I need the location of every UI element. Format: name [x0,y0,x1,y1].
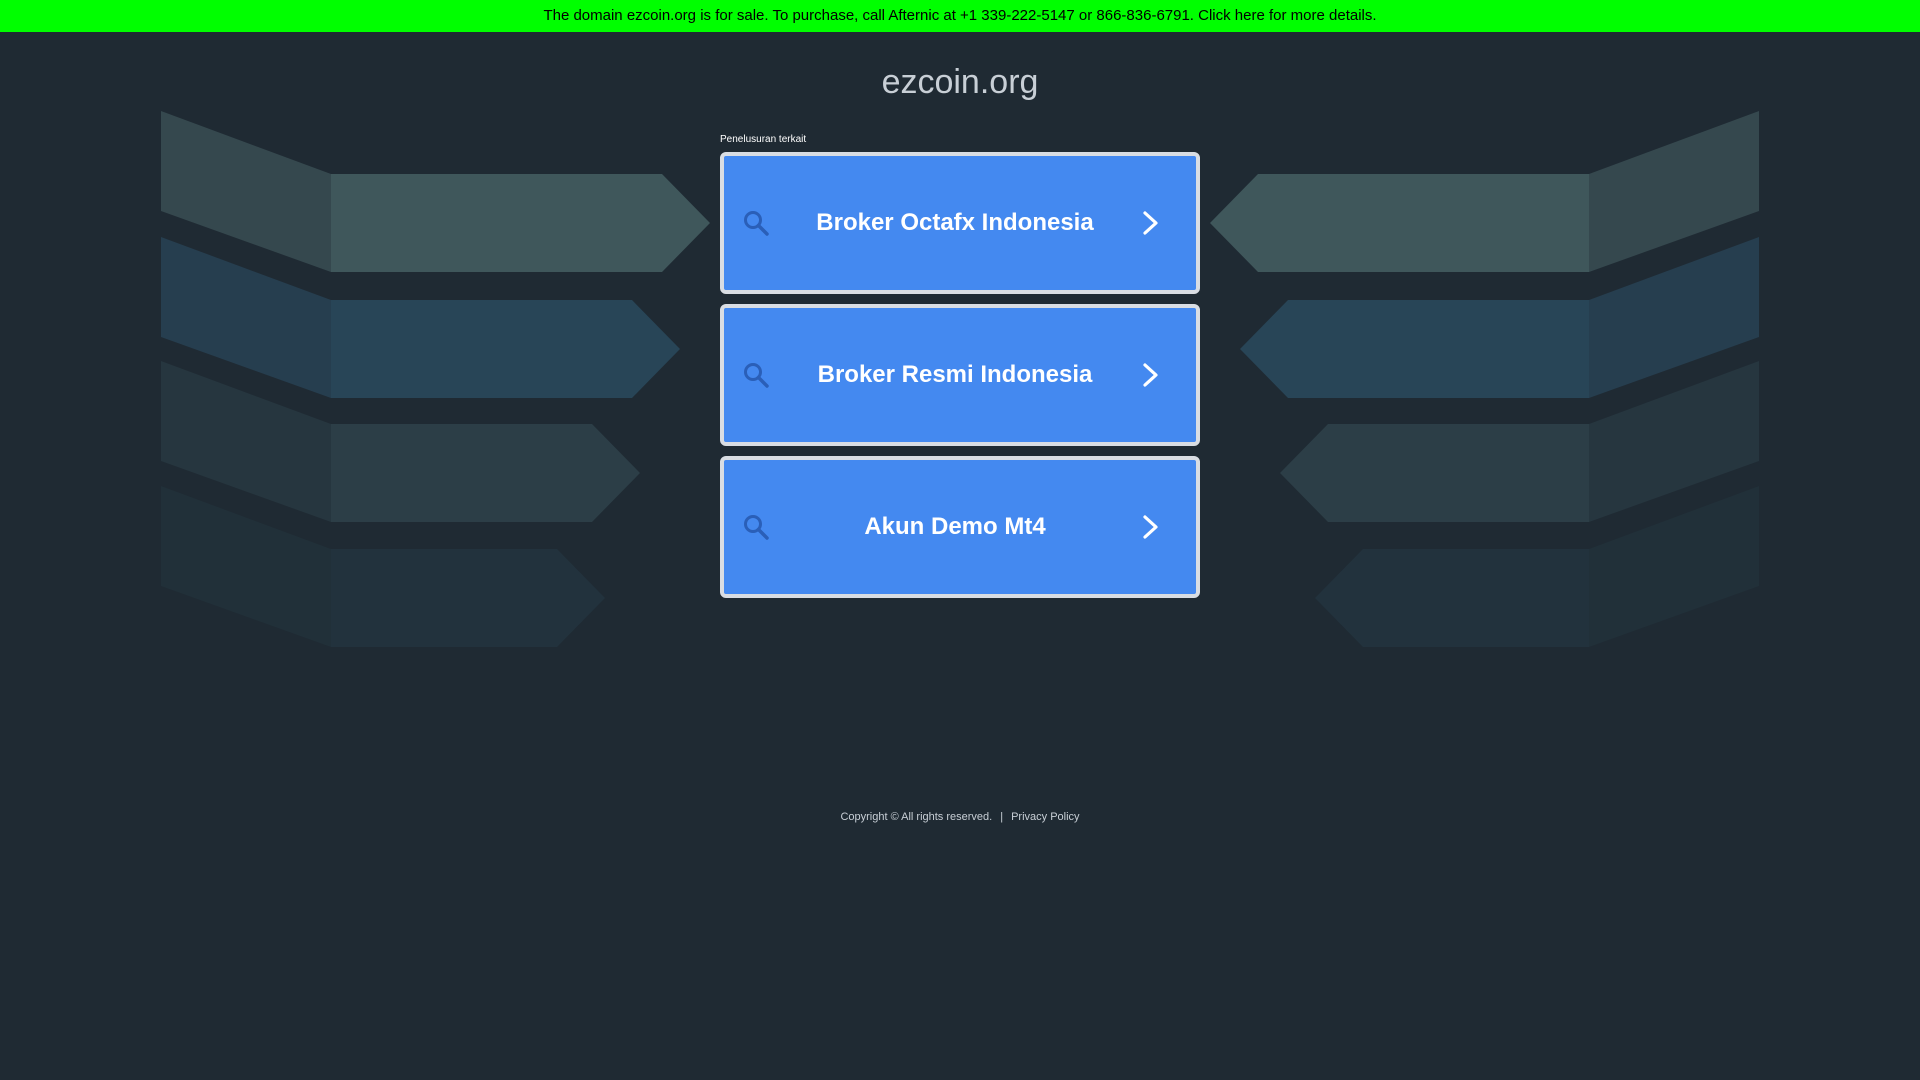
copyright-text: Copyright © All rights reserved. [840,811,993,823]
site-title: ezcoin.org [881,63,1039,101]
related-search-label: Broker Octafx Indonesia [816,209,1094,236]
related-search-link-1[interactable]: Broker Octafx Indonesia [720,152,1200,294]
footer-separator: | [1000,811,1004,823]
related-search-link-2[interactable]: Broker Resmi Indonesia [720,304,1200,446]
footer: Copyright © All rights reserved. | Privacy… [0,810,1920,824]
left-decor-band-1 [161,111,710,272]
chevron-right-icon [1143,363,1158,387]
chevron-right-icon [1143,515,1158,539]
related-search-label: Akun Demo Mt4 [864,513,1046,540]
related-search-link-3[interactable]: Akun Demo Mt4 [720,456,1200,598]
related-search-label: Broker Resmi Indonesia [817,361,1093,388]
right-decor-band-1 [1210,111,1759,272]
chevron-right-icon [1143,211,1158,235]
related-searches-label: Penelusuran terkait [720,134,807,145]
privacy-policy-link[interactable]: Privacy Policy [1011,811,1079,823]
